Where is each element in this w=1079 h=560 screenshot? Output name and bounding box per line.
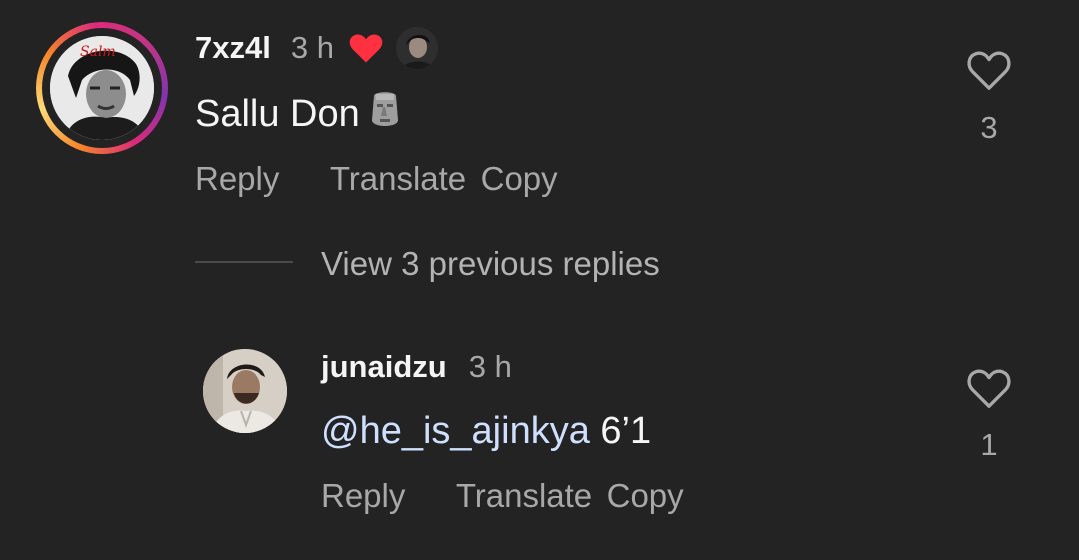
reply-copy-button[interactable]: Copy [607, 477, 684, 514]
reply-translate-button[interactable]: Translate [456, 477, 592, 514]
story-ring[interactable]: Salm [36, 22, 168, 154]
reply-timestamp: 3 h [468, 349, 512, 384]
comment-body: Sallu Don [195, 93, 360, 135]
creator-avatar-icon [395, 27, 438, 69]
reply-button[interactable]: Reply [195, 160, 279, 197]
reply-text: @he_is_ajinkya 6’1 [321, 410, 651, 453]
avatar[interactable]: Salm [50, 36, 154, 140]
comment-header: 7xz4l 3 h [195, 27, 438, 69]
moai-emoji-icon [368, 90, 402, 130]
reply-avatar-image [203, 349, 287, 433]
copy-button[interactable]: Copy [481, 160, 558, 197]
reply-avatar[interactable] [203, 349, 287, 433]
reply-reply-button[interactable]: Reply [321, 477, 405, 514]
ring-gap: Salm [42, 28, 162, 148]
translate-button[interactable]: Translate [330, 160, 466, 197]
reply-header: junaidzu 3 h [321, 347, 512, 387]
like-heart-icon[interactable] [966, 50, 1012, 92]
replies-divider [195, 261, 293, 263]
view-previous-replies-link[interactable]: View 3 previous replies [321, 245, 660, 283]
reply-username[interactable]: junaidzu [321, 349, 447, 385]
reply-actions: Reply Translate Copy [321, 477, 684, 515]
red-heart-icon [348, 32, 384, 64]
reply-like-heart-icon[interactable] [966, 368, 1012, 410]
username[interactable]: 7xz4l [195, 30, 271, 66]
timestamp: 3 h [290, 30, 334, 65]
mention-link[interactable]: @he_is_ajinkya [321, 410, 590, 452]
reply-body: 6’1 [600, 410, 652, 452]
comment-text: Sallu Don [195, 90, 402, 136]
comment-actions: Reply Translate Copy [195, 160, 558, 198]
like-count: 3 [980, 110, 998, 145]
svg-text:Salm: Salm [80, 44, 116, 60]
reply-like-count: 1 [980, 427, 998, 462]
avatar-image: Salm [50, 36, 154, 140]
